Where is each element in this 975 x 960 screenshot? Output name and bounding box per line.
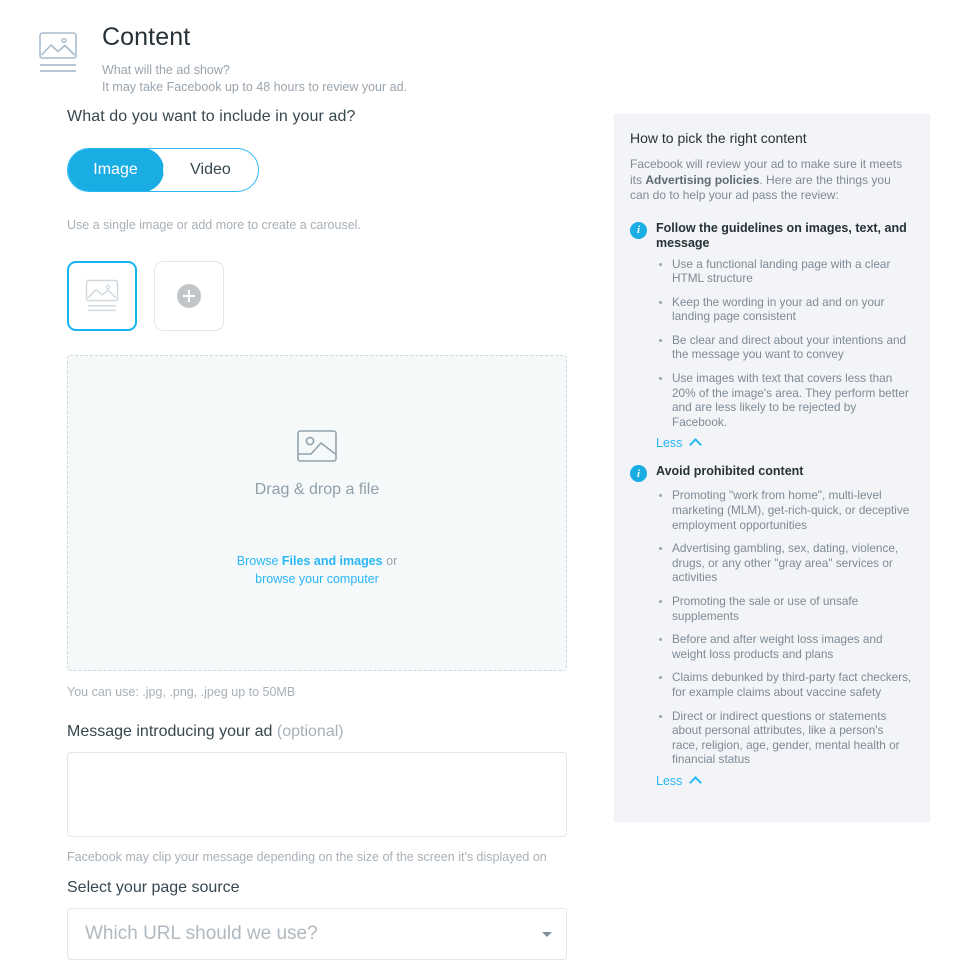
list-item: Use images with text that covers less th…: [659, 371, 912, 429]
browse-your-computer-link[interactable]: browse your computer: [255, 572, 379, 586]
toggle-helper-text: Use a single image or add more to create…: [67, 218, 361, 232]
help-section-toggle-guidelines[interactable]: Less: [630, 436, 912, 452]
toggle-option-video[interactable]: Video: [163, 149, 258, 191]
list-item: Before and after weight loss images and …: [659, 632, 912, 661]
image-placeholder-icon: [297, 430, 337, 467]
list-item: Direct or indirect questions or statemen…: [659, 709, 912, 767]
help-panel: How to pick the right content Facebook w…: [614, 114, 930, 822]
thumbnail-row: [67, 261, 567, 331]
list-item: Keep the wording in your ad and on your …: [659, 295, 912, 324]
help-panel-intro: Facebook will review your ad to make sur…: [630, 157, 912, 204]
help-panel-title: How to pick the right content: [630, 130, 807, 146]
page-subtitle-line2: It may take Facebook up to 48 hours to r…: [102, 79, 408, 94]
info-icon: i: [630, 221, 647, 239]
file-dropzone[interactable]: Drag & drop a file Browse Files and imag…: [67, 355, 567, 671]
page-subtitle-line1: What will the ad show?: [102, 63, 230, 77]
advertising-policies-link[interactable]: Advertising policies: [645, 173, 759, 187]
chevron-up-icon: [689, 776, 703, 789]
help-section-guidelines: i Follow the guidelines on images, text,…: [630, 221, 912, 452]
plus-icon: [177, 284, 201, 308]
chevron-down-icon: [542, 931, 552, 937]
filetypes-hint: You can use: .jpg, .png, .jpeg up to 50M…: [67, 685, 296, 699]
content-form: What do you want to include in your ad? …: [67, 108, 567, 960]
page-title: Content: [102, 23, 191, 51]
help-bullet-list: Promoting "work from home", multi-level …: [630, 488, 912, 767]
message-field-label-text: Message introducing your ad: [67, 723, 277, 740]
browse-files-and-images-link[interactable]: Files and images: [282, 554, 383, 568]
list-item: Promoting "work from home", multi-level …: [659, 488, 912, 532]
help-toggle-label: Less: [656, 773, 683, 788]
help-section-header: i Avoid prohibited content: [630, 464, 912, 483]
toggle-option-image[interactable]: Image: [68, 149, 163, 191]
help-section-header: i Follow the guidelines on images, text,…: [630, 221, 912, 251]
message-input[interactable]: [67, 752, 567, 837]
help-section-title: Follow the guidelines on images, text, a…: [656, 220, 907, 250]
browse-prefix: Browse: [236, 554, 282, 568]
help-section-toggle-prohibited[interactable]: Less: [630, 773, 912, 789]
list-item: Use a functional landing page with a cle…: [659, 257, 912, 286]
page-source-placeholder: Which URL should we use?: [85, 923, 318, 944]
image-lines-icon: [85, 279, 119, 312]
message-field-optional: (optional): [276, 723, 344, 740]
list-item: Advertising gambling, sex, dating, viole…: [659, 541, 912, 585]
page-source-label: Select your page source: [67, 879, 240, 896]
browse-suffix: or: [382, 554, 398, 568]
help-bullet-list: Use a functional landing page with a cle…: [630, 257, 912, 430]
page-header: Content What will the ad show? It may ta…: [36, 22, 407, 95]
page-subtitle: What will the ad show? It may take Faceb…: [102, 62, 407, 95]
media-type-toggle[interactable]: Image Video: [67, 148, 259, 192]
chevron-up-icon: [689, 438, 703, 452]
image-lines-icon: [36, 30, 80, 78]
list-item: Be clear and direct about your intention…: [659, 333, 912, 362]
dropzone-browse: Browse Files and images or browse your c…: [68, 552, 566, 588]
message-field-hint: Facebook may clip your message depending…: [67, 850, 547, 864]
image-thumbnail[interactable]: [67, 261, 137, 331]
help-section-prohibited: i Avoid prohibited content Promoting "wo…: [630, 464, 912, 789]
list-item: Claims debunked by third-party fact chec…: [659, 670, 912, 699]
add-image-thumbnail[interactable]: [154, 261, 224, 331]
help-toggle-label: Less: [656, 436, 683, 451]
message-field-label: Message introducing your ad (optional): [67, 723, 567, 741]
dropzone-label: Drag & drop a file: [254, 481, 380, 498]
page-source-select[interactable]: Which URL should we use?: [67, 908, 567, 960]
info-icon: i: [630, 465, 647, 483]
help-section-title: Avoid prohibited content: [656, 464, 804, 479]
include-question: What do you want to include in your ad?: [67, 108, 356, 125]
list-item: Promoting the sale or use of unsafe supp…: [659, 594, 912, 623]
